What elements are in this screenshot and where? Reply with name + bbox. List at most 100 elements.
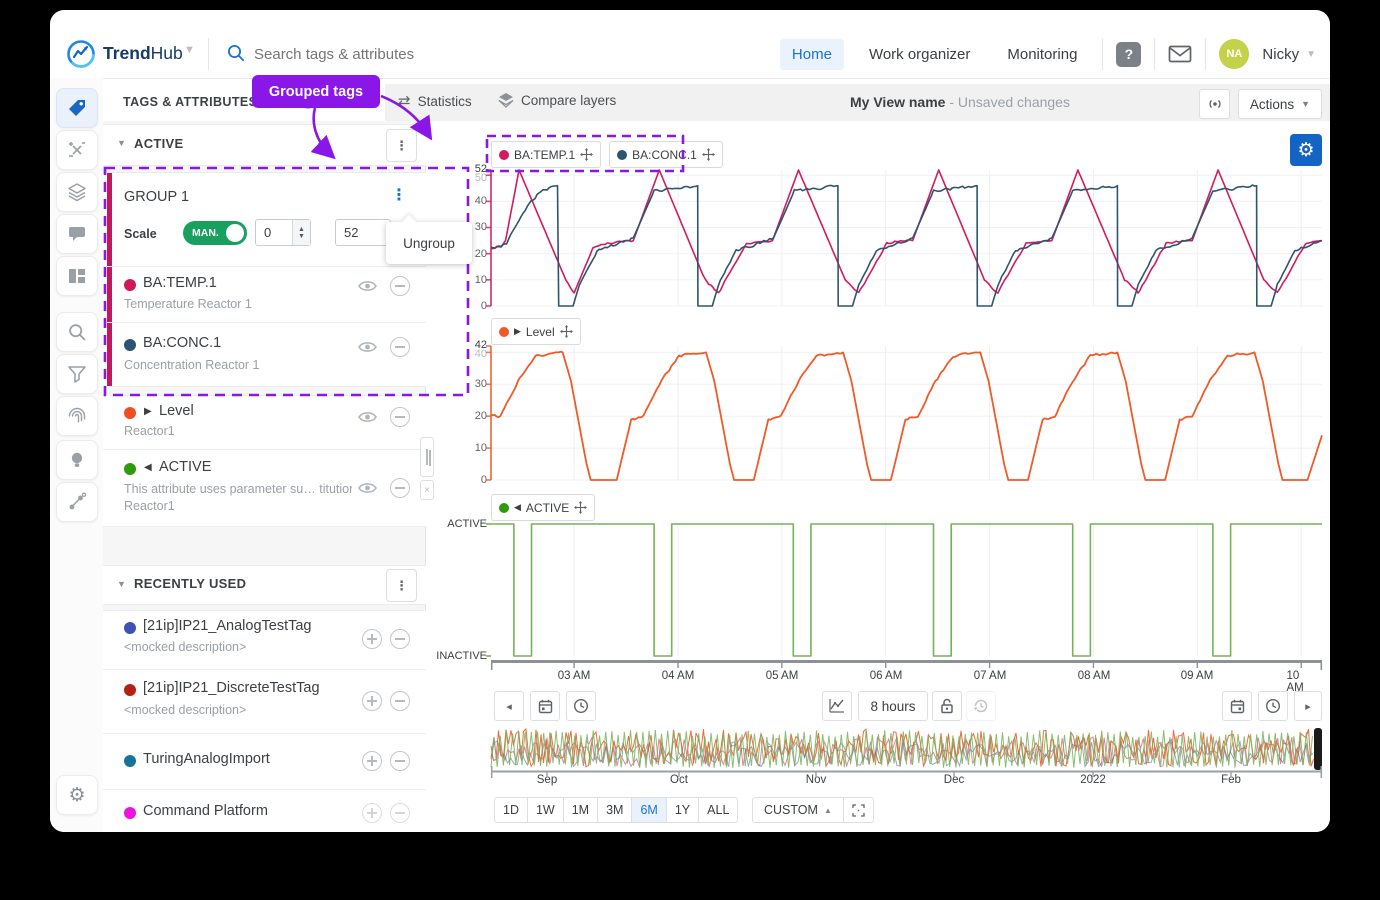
range-all[interactable]: ALL <box>699 797 738 823</box>
user-chevron-down-icon[interactable]: ▼ <box>1306 49 1316 60</box>
dashboard-icon <box>67 266 87 286</box>
visibility-eye-icon[interactable] <box>358 279 377 293</box>
rail-filter-button[interactable] <box>56 354 98 394</box>
add-tag-button[interactable] <box>362 751 382 771</box>
duration-button[interactable]: 8 hours <box>858 691 928 721</box>
rail-context-button[interactable] <box>56 482 98 522</box>
remove-tag-button[interactable] <box>390 478 410 498</box>
visibility-eye-icon[interactable] <box>358 410 377 424</box>
panel-resize-handle[interactable] <box>420 437 434 477</box>
range-1d[interactable]: 1D <box>494 797 528 823</box>
help-icon[interactable]: ? <box>1116 42 1141 67</box>
actions-button[interactable]: Actions ▼ <box>1238 89 1322 119</box>
grouped-tags-callout: Grouped tags <box>252 75 380 108</box>
active-section-menu-button[interactable]: ⋮ <box>386 129 417 162</box>
scale-label: Scale <box>124 227 157 241</box>
legend-chip-temp[interactable]: BA:TEMP.1 <box>491 141 601 168</box>
recent-tag-row[interactable]: TuringAnalogImport <box>103 733 426 789</box>
custom-frame-button[interactable] <box>844 797 874 823</box>
add-tag-button[interactable] <box>362 803 382 823</box>
panel-close-button[interactable]: × <box>420 480 434 500</box>
chart-area[interactable] <box>427 121 1330 832</box>
move-icon[interactable] <box>702 148 715 161</box>
range-1m[interactable]: 1M <box>564 797 598 823</box>
mail-icon[interactable] <box>1168 45 1192 63</box>
range-1w[interactable]: 1W <box>528 797 564 823</box>
rail-recommendations-button[interactable] <box>56 440 98 480</box>
recently-used-menu-button[interactable]: ⋮ <box>386 569 417 602</box>
nav-monitoring[interactable]: Monitoring <box>995 39 1089 70</box>
manual-scale-toggle[interactable]: MAN. <box>183 221 247 245</box>
avatar[interactable]: NA <box>1219 39 1249 69</box>
end-date-button[interactable] <box>1222 691 1252 721</box>
recent-tag-row[interactable]: [21ip]IP21_AnalogTestTag <mocked descrip… <box>103 611 426 669</box>
collapse-chevron-icon[interactable]: ▼ <box>117 138 126 148</box>
start-time-button[interactable] <box>566 691 596 721</box>
move-icon[interactable] <box>580 148 593 161</box>
move-icon[interactable] <box>574 501 587 514</box>
series-color-dot <box>499 150 509 160</box>
search-input[interactable] <box>252 40 586 68</box>
tag-name: [21ip]IP21_AnalogTestTag <box>143 618 312 634</box>
remove-tag-button[interactable] <box>390 751 410 771</box>
rail-fingerprint-button[interactable] <box>56 396 98 436</box>
rail-settings-button[interactable]: ⚙ <box>56 775 98 815</box>
spinner-arrows[interactable]: ▲▼ <box>292 220 310 245</box>
tab-compare-layers[interactable]: Compare layers <box>498 92 616 108</box>
history-button[interactable] <box>966 691 996 721</box>
remove-tag-button[interactable] <box>390 337 410 357</box>
navbar-divider <box>1205 38 1206 70</box>
nav-home[interactable]: Home <box>780 39 844 70</box>
tag-row-conc[interactable]: BA:CONC.1 Concentration Reactor 1 <box>103 322 426 386</box>
legend-chip-conc[interactable]: BA:CONC.1 <box>609 141 723 168</box>
scale-max-input[interactable]: 52 <box>335 219 391 246</box>
rail-layers-button[interactable] <box>56 172 98 212</box>
custom-range-button[interactable]: CUSTOM ▲ <box>752 797 844 823</box>
series-color-dot <box>124 755 136 767</box>
group-menu-button[interactable]: ⋮ <box>391 185 407 205</box>
chart-settings-button[interactable]: ⚙ <box>1290 134 1322 166</box>
tag-row-temp[interactable]: BA:TEMP.1 Temperature Reactor 1 <box>103 266 426 322</box>
pan-left-button[interactable]: ◂ <box>494 691 524 721</box>
tab-statistics[interactable]: ⇄ Statistics <box>398 92 472 110</box>
ungroup-menu-item[interactable]: Ungroup <box>403 236 455 251</box>
rail-search-button[interactable] <box>56 312 98 352</box>
rail-calculations-button[interactable] <box>56 130 98 170</box>
series-color-dot <box>499 327 509 337</box>
user-name[interactable]: Nicky <box>1262 46 1299 63</box>
rail-tags-button[interactable] <box>56 88 98 128</box>
legend-chip-active[interactable]: ◀ ACTIVE <box>491 494 595 521</box>
legend-chip-level[interactable]: ▶ Level <box>491 318 581 345</box>
end-time-button[interactable] <box>1258 691 1288 721</box>
pan-right-button[interactable]: ▸ <box>1294 691 1322 721</box>
ungroup-menu[interactable]: Ungroup <box>386 222 472 264</box>
brand-chevron-down-icon[interactable]: ▼ <box>184 44 195 56</box>
scale-min-input[interactable]: 0 ▲▼ <box>255 219 311 246</box>
add-tag-button[interactable] <box>362 691 382 711</box>
remove-tag-button[interactable] <box>390 803 410 823</box>
start-date-button[interactable] <box>530 691 560 721</box>
tag-row-level[interactable]: ▶ Level Reactor1 <box>103 396 426 449</box>
remove-tag-button[interactable] <box>390 691 410 711</box>
tag-row-active[interactable]: ◀ ACTIVE This attribute uses parameter s… <box>103 449 426 526</box>
recently-used-card: [21ip]IP21_AnalogTestTag <mocked descrip… <box>103 610 426 832</box>
rail-dashboard-button[interactable] <box>56 256 98 296</box>
trend-compare-button[interactable] <box>822 691 852 721</box>
lock-timespan-button[interactable] <box>932 691 962 721</box>
remove-tag-button[interactable] <box>390 276 410 296</box>
rail-comments-button[interactable] <box>56 214 98 254</box>
visibility-eye-icon[interactable] <box>358 481 377 495</box>
remove-tag-button[interactable] <box>390 407 410 427</box>
live-broadcast-button[interactable] <box>1199 89 1230 119</box>
range-1y[interactable]: 1Y <box>667 797 699 823</box>
nav-work-organizer[interactable]: Work organizer <box>857 39 982 70</box>
remove-tag-button[interactable] <box>390 629 410 649</box>
range-3m[interactable]: 3M <box>598 797 632 823</box>
visibility-eye-icon[interactable] <box>358 340 377 354</box>
recent-tag-row[interactable]: [21ip]IP21_DiscreteTestTag <mocked descr… <box>103 669 426 733</box>
collapse-chevron-icon[interactable]: ▼ <box>117 579 126 589</box>
range-6m[interactable]: 6M <box>632 797 666 823</box>
recent-tag-row[interactable]: Command Platform <box>103 789 426 832</box>
add-tag-button[interactable] <box>362 629 382 649</box>
move-icon[interactable] <box>560 325 573 338</box>
